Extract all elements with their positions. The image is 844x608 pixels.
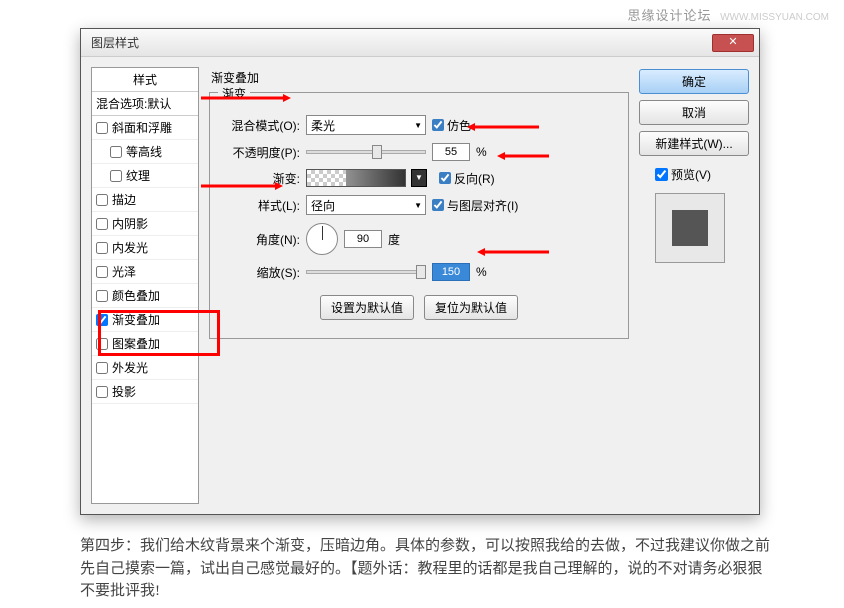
style-item-2[interactable]: 纹理 xyxy=(92,164,198,188)
style-label: 渐变叠加 xyxy=(112,311,160,328)
reset-default-button[interactable]: 复位为默认值 xyxy=(424,295,518,320)
reverse-checkbox[interactable]: 反向(R) xyxy=(439,170,495,187)
style-checkbox[interactable] xyxy=(110,146,122,158)
style-checkbox[interactable] xyxy=(96,290,108,302)
style-item-11[interactable]: 投影 xyxy=(92,380,198,404)
close-button[interactable]: ✕ xyxy=(712,34,754,52)
dither-input[interactable] xyxy=(432,119,444,131)
opacity-unit: % xyxy=(476,145,487,159)
style-item-4[interactable]: 内阴影 xyxy=(92,212,198,236)
blend-mode-value: 柔光 xyxy=(311,117,335,134)
style-item-5[interactable]: 内发光 xyxy=(92,236,198,260)
new-style-button[interactable]: 新建样式(W)... xyxy=(639,131,749,156)
styles-panel: 样式 混合选项:默认 斜面和浮雕等高线纹理描边内阴影内发光光泽颜色叠加渐变叠加图… xyxy=(91,67,199,504)
opacity-slider[interactable] xyxy=(306,150,426,154)
group-label: 渐变 xyxy=(218,85,250,102)
style-checkbox[interactable] xyxy=(96,314,108,326)
dither-checkbox[interactable]: 仿色 xyxy=(432,117,471,134)
right-panel: 确定 取消 新建样式(W)... 预览(V) xyxy=(639,67,749,504)
style-item-7[interactable]: 颜色叠加 xyxy=(92,284,198,308)
watermark-text: 思缘设计论坛 xyxy=(627,8,711,23)
styles-header: 样式 xyxy=(92,68,198,92)
style-label: 外发光 xyxy=(112,359,148,376)
style-checkbox[interactable] xyxy=(96,194,108,206)
dialog-body: 样式 混合选项:默认 斜面和浮雕等高线纹理描边内阴影内发光光泽颜色叠加渐变叠加图… xyxy=(81,57,759,514)
preview-swatch xyxy=(672,210,708,246)
style-checkbox[interactable] xyxy=(96,122,108,134)
blending-options[interactable]: 混合选项:默认 xyxy=(92,92,198,116)
reverse-input[interactable] xyxy=(439,172,451,184)
scale-unit: % xyxy=(476,265,487,279)
cancel-button[interactable]: 取消 xyxy=(639,100,749,125)
style-value: 径向 xyxy=(311,197,335,214)
style-checkbox[interactable] xyxy=(96,338,108,350)
layer-style-dialog: 图层样式 ✕ 样式 混合选项:默认 斜面和浮雕等高线纹理描边内阴影内发光光泽颜色… xyxy=(80,28,760,515)
style-label: 光泽 xyxy=(112,263,136,280)
opacity-label: 不透明度(P): xyxy=(220,144,300,161)
preview-input[interactable] xyxy=(655,168,668,181)
angle-value[interactable]: 90 xyxy=(344,230,382,248)
dither-label: 仿色 xyxy=(447,117,471,134)
align-input[interactable] xyxy=(432,199,444,211)
scale-label: 缩放(S): xyxy=(220,264,300,281)
align-checkbox[interactable]: 与图层对齐(I) xyxy=(432,197,518,214)
style-item-10[interactable]: 外发光 xyxy=(92,356,198,380)
style-item-3[interactable]: 描边 xyxy=(92,188,198,212)
titlebar[interactable]: 图层样式 ✕ xyxy=(81,29,759,57)
preview-label: 预览(V) xyxy=(671,166,711,183)
dialog-title: 图层样式 xyxy=(91,34,712,51)
angle-dial[interactable] xyxy=(306,223,338,255)
style-label: 斜面和浮雕 xyxy=(112,119,172,136)
style-label: 颜色叠加 xyxy=(112,287,160,304)
style-label: 纹理 xyxy=(126,167,150,184)
gradient-dropdown-icon[interactable]: ▼ xyxy=(411,169,427,187)
ok-button[interactable]: 确定 xyxy=(639,69,749,94)
style-checkbox[interactable] xyxy=(96,362,108,374)
blend-mode-label: 混合模式(O): xyxy=(220,117,300,134)
style-item-6[interactable]: 光泽 xyxy=(92,260,198,284)
caption-text: 第四步：我们给木纹背景来个渐变，压暗边角。具体的参数，可以按照我给的去做，不过我… xyxy=(80,535,770,603)
align-label: 与图层对齐(I) xyxy=(447,197,518,214)
style-label: 内发光 xyxy=(112,239,148,256)
panel-title: 渐变叠加 xyxy=(209,67,629,92)
style-label: 图案叠加 xyxy=(112,335,160,352)
gradient-label: 渐变: xyxy=(220,170,300,187)
style-label: 内阴影 xyxy=(112,215,148,232)
style-checkbox[interactable] xyxy=(96,266,108,278)
style-label: 样式(L): xyxy=(220,197,300,214)
style-checkbox[interactable] xyxy=(96,386,108,398)
scale-value[interactable]: 150 xyxy=(432,263,470,281)
style-item-0[interactable]: 斜面和浮雕 xyxy=(92,116,198,140)
preview-checkbox[interactable]: 预览(V) xyxy=(655,166,749,183)
gradient-picker[interactable] xyxy=(306,169,406,187)
reverse-label: 反向(R) xyxy=(454,170,495,187)
preview-box xyxy=(655,193,725,263)
watermark-url: WWW.MISSYUAN.COM xyxy=(720,12,829,23)
style-item-1[interactable]: 等高线 xyxy=(92,140,198,164)
style-item-8[interactable]: 渐变叠加 xyxy=(92,308,198,332)
style-checkbox[interactable] xyxy=(96,242,108,254)
main-panel: 渐变叠加 渐变 混合模式(O): 柔光 仿色 不透明度(P): xyxy=(209,67,629,504)
set-default-button[interactable]: 设置为默认值 xyxy=(320,295,414,320)
opacity-value[interactable]: 55 xyxy=(432,143,470,161)
style-item-9[interactable]: 图案叠加 xyxy=(92,332,198,356)
style-checkbox[interactable] xyxy=(96,218,108,230)
style-dropdown[interactable]: 径向 xyxy=(306,195,426,215)
scale-slider[interactable] xyxy=(306,270,426,274)
blend-mode-dropdown[interactable]: 柔光 xyxy=(306,115,426,135)
style-label: 描边 xyxy=(112,191,136,208)
style-checkbox[interactable] xyxy=(110,170,122,182)
angle-unit: 度 xyxy=(388,231,400,248)
style-label: 投影 xyxy=(112,383,136,400)
angle-label: 角度(N): xyxy=(220,231,300,248)
style-label: 等高线 xyxy=(126,143,162,160)
